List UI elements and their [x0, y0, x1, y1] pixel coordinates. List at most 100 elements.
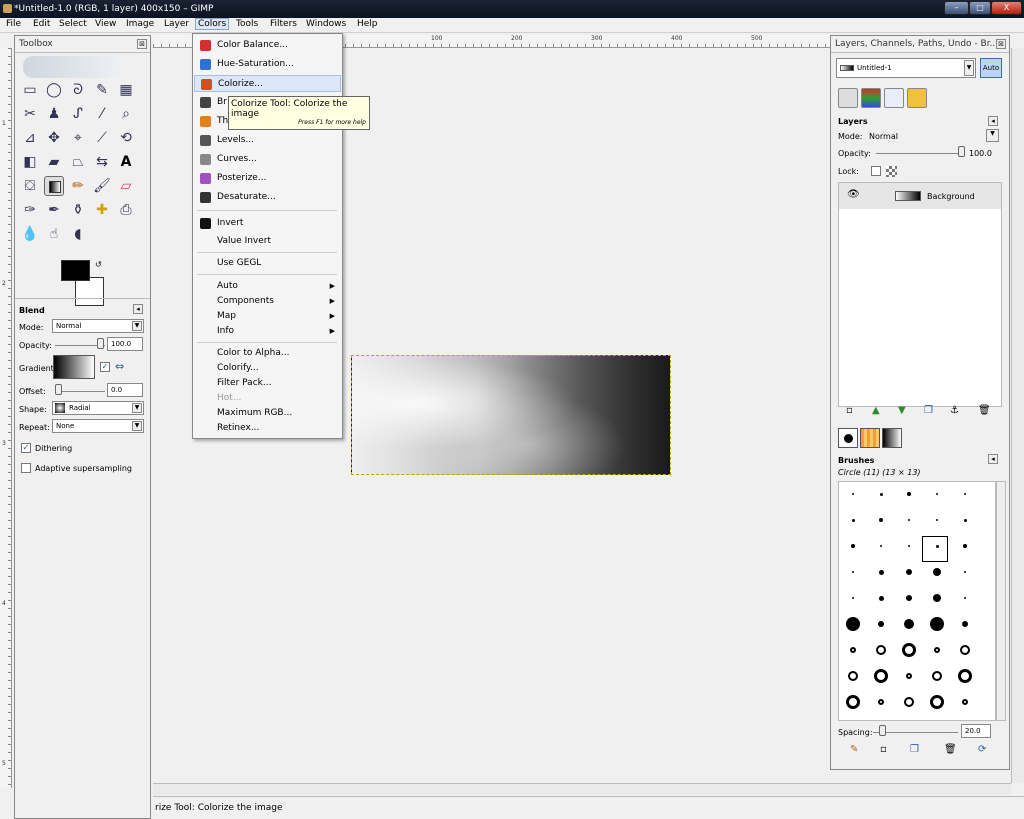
brush-preview[interactable]: [958, 669, 972, 683]
menu-view[interactable]: View: [93, 19, 118, 29]
layer-row[interactable]: 👁 Background: [839, 183, 1001, 209]
duplicate-brush-icon[interactable]: ❐: [910, 744, 919, 755]
brush-preview[interactable]: [908, 519, 910, 521]
image-canvas[interactable]: [351, 355, 671, 475]
horizontal-scrollbar[interactable]: [153, 783, 1011, 795]
eye-icon[interactable]: 👁: [847, 189, 860, 200]
adaptive-supersampling-checkbox[interactable]: [21, 463, 31, 473]
rect-select-icon[interactable]: ▭: [20, 80, 40, 100]
free-select-icon[interactable]: ᘐ: [68, 80, 88, 100]
scale-icon[interactable]: ◧: [20, 152, 40, 172]
image-select[interactable]: Untitled-1 ▼: [836, 58, 976, 78]
paths-tab-icon[interactable]: [884, 88, 904, 108]
vertical-scrollbar[interactable]: [1011, 48, 1024, 783]
text-tool-icon[interactable]: A: [116, 152, 136, 172]
scissors-icon[interactable]: ✂: [20, 104, 40, 124]
brush-preview[interactable]: [904, 619, 914, 629]
brush-grid[interactable]: [838, 481, 996, 721]
brush-preview[interactable]: [960, 645, 970, 655]
zoom-icon[interactable]: ⌕: [116, 104, 136, 124]
brush-preview[interactable]: [908, 545, 910, 547]
offset-field[interactable]: 0.0: [107, 383, 143, 397]
menu-select[interactable]: Select: [57, 19, 89, 29]
delete-layer-icon[interactable]: 🗑: [978, 405, 991, 416]
brush-preview[interactable]: [852, 493, 854, 495]
clone-icon[interactable]: ⚱: [68, 200, 88, 220]
heal-icon[interactable]: ✚: [92, 200, 112, 220]
brush-preview[interactable]: [906, 673, 912, 679]
close-button[interactable]: X: [991, 1, 1022, 15]
paintbrush-icon[interactable]: 🖌: [92, 176, 112, 196]
menu-filters[interactable]: Filters: [268, 19, 299, 29]
smudge-icon[interactable]: ☝: [44, 224, 64, 244]
brush-preview[interactable]: [964, 571, 966, 573]
brush-preview[interactable]: [936, 519, 938, 521]
brush-preview[interactable]: [874, 669, 888, 683]
gradient-preview[interactable]: [53, 355, 95, 379]
crop-icon[interactable]: ⟋: [92, 128, 112, 148]
color-select-icon[interactable]: ▦: [116, 80, 136, 100]
menu-item-curves[interactable]: Curves...: [194, 151, 341, 168]
anchor-icon[interactable]: ⚓: [950, 405, 959, 416]
brush-preview[interactable]: [879, 492, 883, 496]
menu-item-value-invert[interactable]: Value Invert: [194, 233, 341, 250]
offset-slider-handle[interactable]: [55, 384, 62, 395]
fuzzy-select-icon[interactable]: ✎: [92, 80, 112, 100]
menu-item-color-balance[interactable]: Color Balance...: [194, 37, 341, 54]
foreground-color-swatch[interactable]: [61, 260, 90, 281]
blend-tool-icon[interactable]: [44, 176, 64, 196]
brush-preview[interactable]: [962, 699, 968, 705]
brush-preview[interactable]: [933, 568, 941, 576]
brush-preview[interactable]: [846, 617, 860, 631]
brush-preview[interactable]: [878, 699, 884, 705]
perspective-clone-icon[interactable]: ⎙: [116, 200, 136, 220]
brush-preview[interactable]: [930, 695, 944, 709]
bucket-fill-icon[interactable]: ⛋: [20, 176, 40, 196]
brush-preview[interactable]: [964, 493, 966, 495]
brush-preview[interactable]: [930, 617, 944, 631]
brush-preview[interactable]: [852, 571, 854, 573]
toolbox-close-icon[interactable]: ⊠: [137, 39, 147, 49]
brush-preview[interactable]: [880, 545, 882, 547]
menu-help[interactable]: Help: [355, 19, 380, 29]
auto-button[interactable]: Auto: [980, 58, 1002, 78]
brush-preview[interactable]: [962, 621, 968, 627]
brush-preview[interactable]: [906, 595, 912, 601]
dithering-checkbox[interactable]: ✓: [21, 443, 31, 453]
menu-item-levels[interactable]: Levels...: [194, 132, 341, 149]
brush-preview[interactable]: [902, 643, 916, 657]
background-color-swatch[interactable]: [75, 277, 104, 306]
ellipse-select-icon[interactable]: ◯: [44, 80, 64, 100]
undo-tab-icon[interactable]: [907, 88, 927, 108]
new-brush-icon[interactable]: ▫: [880, 744, 887, 755]
spacing-handle[interactable]: [879, 725, 886, 736]
color-picker-icon[interactable]: ⁄: [92, 104, 112, 124]
refresh-brushes-icon[interactable]: ⟳: [978, 744, 986, 755]
menu-colors[interactable]: Colors: [195, 18, 230, 30]
eraser-icon[interactable]: ▱: [116, 176, 136, 196]
flip-icon[interactable]: ⇆: [92, 152, 112, 172]
brush-preview[interactable]: [848, 671, 858, 681]
menu-file[interactable]: File: [4, 19, 23, 29]
menu-item-hue-saturation[interactable]: Hue-Saturation...: [194, 56, 341, 73]
brush-preview[interactable]: [932, 671, 942, 681]
channels-tab-icon[interactable]: [861, 88, 881, 108]
menu-item-desaturate[interactable]: Desaturate...: [194, 189, 341, 206]
maximize-button[interactable]: □: [969, 1, 991, 15]
swap-gradient-icon[interactable]: ⇔: [115, 360, 124, 373]
brushes-menu-icon[interactable]: ◂: [988, 454, 998, 464]
brush-preview[interactable]: [936, 493, 938, 495]
brush-preview[interactable]: [852, 597, 854, 599]
brush-preview[interactable]: [878, 621, 884, 627]
minimize-button[interactable]: –: [944, 1, 969, 15]
menu-layer[interactable]: Layer: [162, 19, 191, 29]
brush-preview[interactable]: [907, 492, 911, 496]
brush-preview[interactable]: [879, 518, 883, 522]
dodge-burn-icon[interactable]: ◖: [68, 224, 88, 244]
foreground-select-icon[interactable]: ♟: [44, 104, 64, 124]
brushes-tab-icon[interactable]: [838, 428, 858, 448]
brush-preview[interactable]: [934, 647, 940, 653]
ink-icon[interactable]: ✒: [44, 200, 64, 220]
opacity-slider-handle[interactable]: [97, 338, 104, 349]
lower-layer-icon[interactable]: ▼: [898, 405, 906, 416]
